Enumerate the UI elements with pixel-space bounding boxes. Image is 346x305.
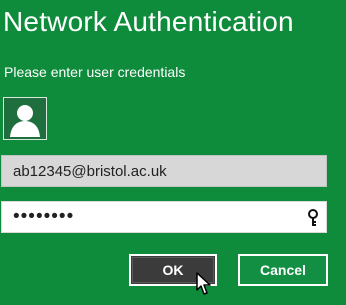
- password-field[interactable]: ••••••••: [1, 201, 327, 233]
- username-field[interactable]: ab12345@bristol.ac.uk: [1, 155, 327, 187]
- user-avatar-icon: [3, 97, 47, 140]
- network-authentication-dialog: Network Authentication Please enter user…: [0, 0, 346, 305]
- password-value: ••••••••: [13, 205, 75, 227]
- cancel-button[interactable]: Cancel: [238, 254, 328, 286]
- mouse-cursor-icon: [196, 272, 212, 296]
- username-value: ab12345@bristol.ac.uk: [13, 162, 167, 180]
- dialog-subtitle: Please enter user credentials: [4, 64, 186, 80]
- key-icon[interactable]: [307, 209, 319, 227]
- dialog-title: Network Authentication: [3, 6, 294, 37]
